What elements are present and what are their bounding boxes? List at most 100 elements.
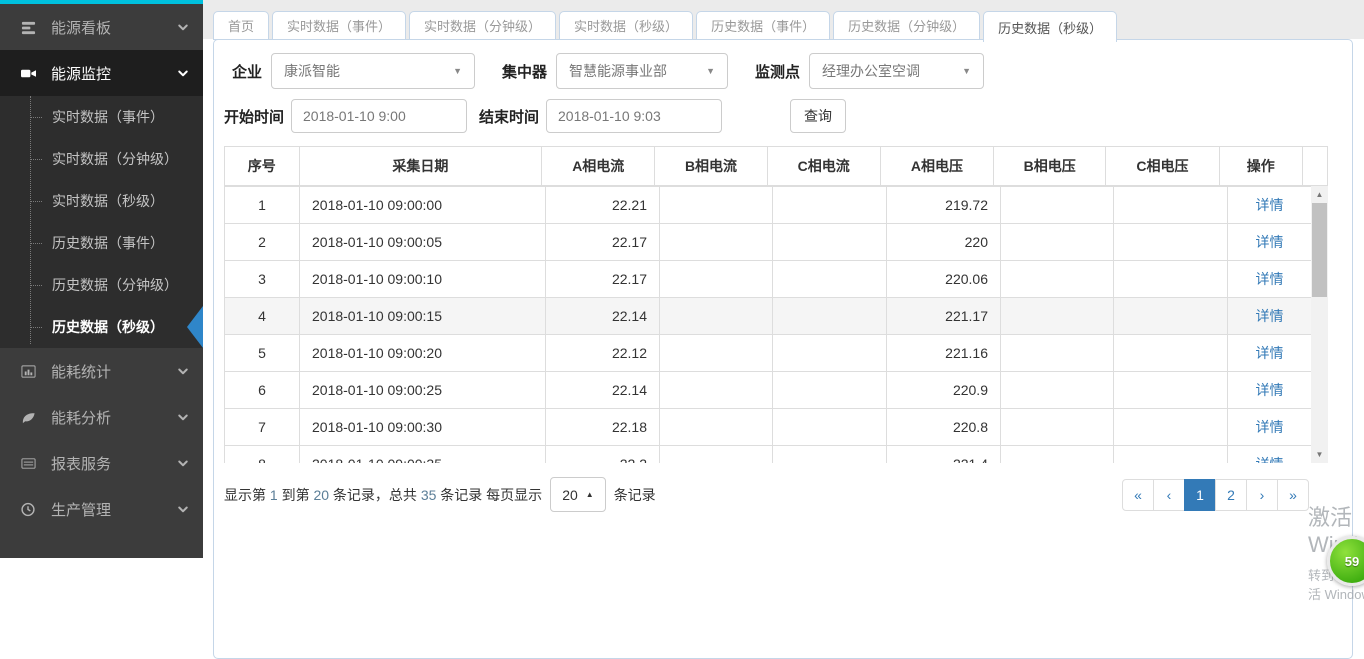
cell-col-current-b (660, 409, 773, 446)
table-row: 32018-01-10 09:00:1022.17220.06详情 (225, 261, 1312, 298)
record-count: 35 (421, 487, 437, 503)
cell-col-date: 2018-01-10 09:00:20 (300, 335, 546, 372)
dashboard-icon (20, 19, 38, 35)
scroll-down-icon[interactable]: ▼ (1311, 447, 1328, 462)
record-summary-fragment: 条记录，总共 (329, 487, 421, 503)
tab-realtime-second[interactable]: 实时数据（秒级） (559, 11, 693, 40)
cell-col-current-a: 22.14 (546, 298, 660, 335)
cell-col-voltage-b (1001, 298, 1114, 335)
cell-col-voltage-c (1114, 224, 1228, 261)
page-last-button[interactable]: » (1277, 479, 1309, 511)
page-size-select[interactable]: 20 ▲ (550, 477, 606, 512)
record-summary-text: 显示第 1 到第 20 条记录，总共 35 条记录 每页显示 (224, 485, 542, 505)
sidebar-item-energy-stats[interactable]: 能耗统计 (0, 348, 203, 394)
cell-col-seq: 1 (225, 187, 300, 224)
page-next-button[interactable]: › (1246, 479, 1278, 511)
table-row: 62018-01-10 09:00:2522.14220.9详情 (225, 372, 1312, 409)
sidebar-item-production-mgmt[interactable]: 生产管理 (0, 486, 203, 532)
detail-link[interactable]: 详情 (1256, 419, 1284, 435)
cell-col-voltage-b (1001, 187, 1114, 224)
detail-link[interactable]: 详情 (1256, 345, 1284, 361)
sidebar-subitem-realtime-event[interactable]: 实时数据（事件） (0, 96, 203, 138)
sidebar-subitem-realtime-second[interactable]: 实时数据（秒级） (0, 180, 203, 222)
cell-col-current-b (660, 372, 773, 409)
sidebar-item-report-service[interactable]: 报表服务 (0, 440, 203, 486)
sidebar-item-energy-dashboard[interactable]: 能源看板 (0, 4, 203, 50)
detail-link[interactable]: 详情 (1256, 308, 1284, 324)
report-icon (20, 455, 38, 471)
chevron-down-icon (177, 503, 189, 515)
column-header-col-voltage-c: C相电压 (1106, 147, 1219, 186)
sidebar-subitem-history-second[interactable]: 历史数据（秒级） (0, 306, 203, 348)
leaf-icon (20, 409, 38, 425)
data-table: 序号采集日期A相电流B相电流C相电流A相电压B相电压C相电压操作 12018-0… (224, 146, 1328, 463)
cell-col-voltage-a: 220 (887, 224, 1001, 261)
chevron-down-icon: ▼ (706, 66, 715, 76)
page-2-button[interactable]: 2 (1215, 479, 1247, 511)
sidebar-menu: 能源看板能源监控实时数据（事件）实时数据（分钟级）实时数据（秒级）历史数据（事件… (0, 4, 203, 532)
chevron-down-icon (177, 411, 189, 423)
sidebar-item-energy-monitor[interactable]: 能源监控 (0, 50, 203, 96)
column-header-col-current-b: B相电流 (655, 147, 767, 186)
detail-link[interactable]: 详情 (1256, 382, 1284, 398)
cell-col-seq: 2 (225, 224, 300, 261)
tab-realtime-minute[interactable]: 实时数据（分钟级） (409, 11, 556, 40)
detail-link[interactable]: 详情 (1256, 456, 1284, 463)
monitor-point-select[interactable]: 经理办公室空调 ▼ (809, 53, 984, 89)
concentrator-select[interactable]: 智慧能源事业部 ▼ (556, 53, 728, 89)
table-body-viewport: 12018-01-10 09:00:0022.21219.72详情22018-0… (224, 186, 1328, 463)
cell-col-voltage-b (1001, 409, 1114, 446)
cell-col-current-a: 22.17 (546, 261, 660, 298)
start-time-input[interactable] (291, 99, 467, 133)
page-first-button[interactable]: « (1122, 479, 1154, 511)
scroll-up-icon[interactable]: ▲ (1311, 187, 1328, 202)
bar-chart-icon (20, 363, 38, 379)
sidebar-item-label: 能耗统计 (51, 361, 111, 382)
cell-col-current-a: 22.2 (546, 446, 660, 464)
tab-realtime-event[interactable]: 实时数据（事件） (272, 11, 406, 40)
tab-history-minute[interactable]: 历史数据（分钟级） (833, 11, 980, 40)
tab-home[interactable]: 首页 (213, 11, 269, 40)
column-header-col-voltage-b: B相电压 (994, 147, 1106, 186)
sidebar-subitem-history-event[interactable]: 历史数据（事件） (0, 222, 203, 264)
concentrator-label: 集中器 (491, 61, 547, 82)
cell-col-current-b (660, 298, 773, 335)
cell-col-current-b (660, 187, 773, 224)
sidebar-item-label: 能耗分析 (51, 407, 111, 428)
enterprise-select-value: 康派智能 (284, 61, 340, 81)
cell-col-current-a: 22.12 (546, 335, 660, 372)
cell-col-voltage-a: 220.06 (887, 261, 1001, 298)
pagination: «‹12›» (1122, 479, 1309, 511)
sidebar-subitem-realtime-minute[interactable]: 实时数据（分钟级） (0, 138, 203, 180)
query-button[interactable]: 查询 (790, 99, 846, 133)
chevron-down-icon (177, 365, 189, 377)
enterprise-select[interactable]: 康派智能 ▼ (271, 53, 475, 89)
sidebar-subitem-history-minute[interactable]: 历史数据（分钟级） (0, 264, 203, 306)
detail-link[interactable]: 详情 (1256, 234, 1284, 250)
sidebar-item-energy-analysis[interactable]: 能耗分析 (0, 394, 203, 440)
tab-history-second[interactable]: 历史数据（秒级） (983, 11, 1117, 42)
cell-col-current-b (660, 224, 773, 261)
page-1-button[interactable]: 1 (1184, 479, 1216, 511)
video-camera-icon (20, 65, 38, 81)
table-scrollbar[interactable]: ▲ ▼ (1311, 186, 1328, 463)
cell-col-current-b (660, 261, 773, 298)
end-time-input[interactable] (546, 99, 722, 133)
cell-col-voltage-b (1001, 446, 1114, 464)
cell-col-seq: 3 (225, 261, 300, 298)
tab-history-event[interactable]: 历史数据（事件） (696, 11, 830, 40)
cell-col-date: 2018-01-10 09:00:35 (300, 446, 546, 464)
enterprise-label: 企业 (224, 61, 262, 82)
cell-col-date: 2018-01-10 09:00:30 (300, 409, 546, 446)
filter-form: 企业 康派智能 ▼ 集中器 智慧能源事业部 ▼ 监测点 经理办公室空调 ▼ 开始… (214, 40, 1352, 133)
record-summary: 显示第 1 到第 20 条记录，总共 35 条记录 每页显示 20 ▲ 条记录 (224, 477, 656, 512)
detail-link[interactable]: 详情 (1256, 271, 1284, 287)
chevron-up-icon: ▲ (586, 490, 594, 499)
detail-link[interactable]: 详情 (1256, 197, 1284, 213)
cell-col-current-b (660, 335, 773, 372)
concentrator-select-value: 智慧能源事业部 (569, 61, 667, 81)
page-size-value: 20 (562, 487, 578, 503)
scrollbar-thumb[interactable] (1312, 203, 1327, 297)
cell-col-seq: 5 (225, 335, 300, 372)
page-prev-button[interactable]: ‹ (1153, 479, 1185, 511)
